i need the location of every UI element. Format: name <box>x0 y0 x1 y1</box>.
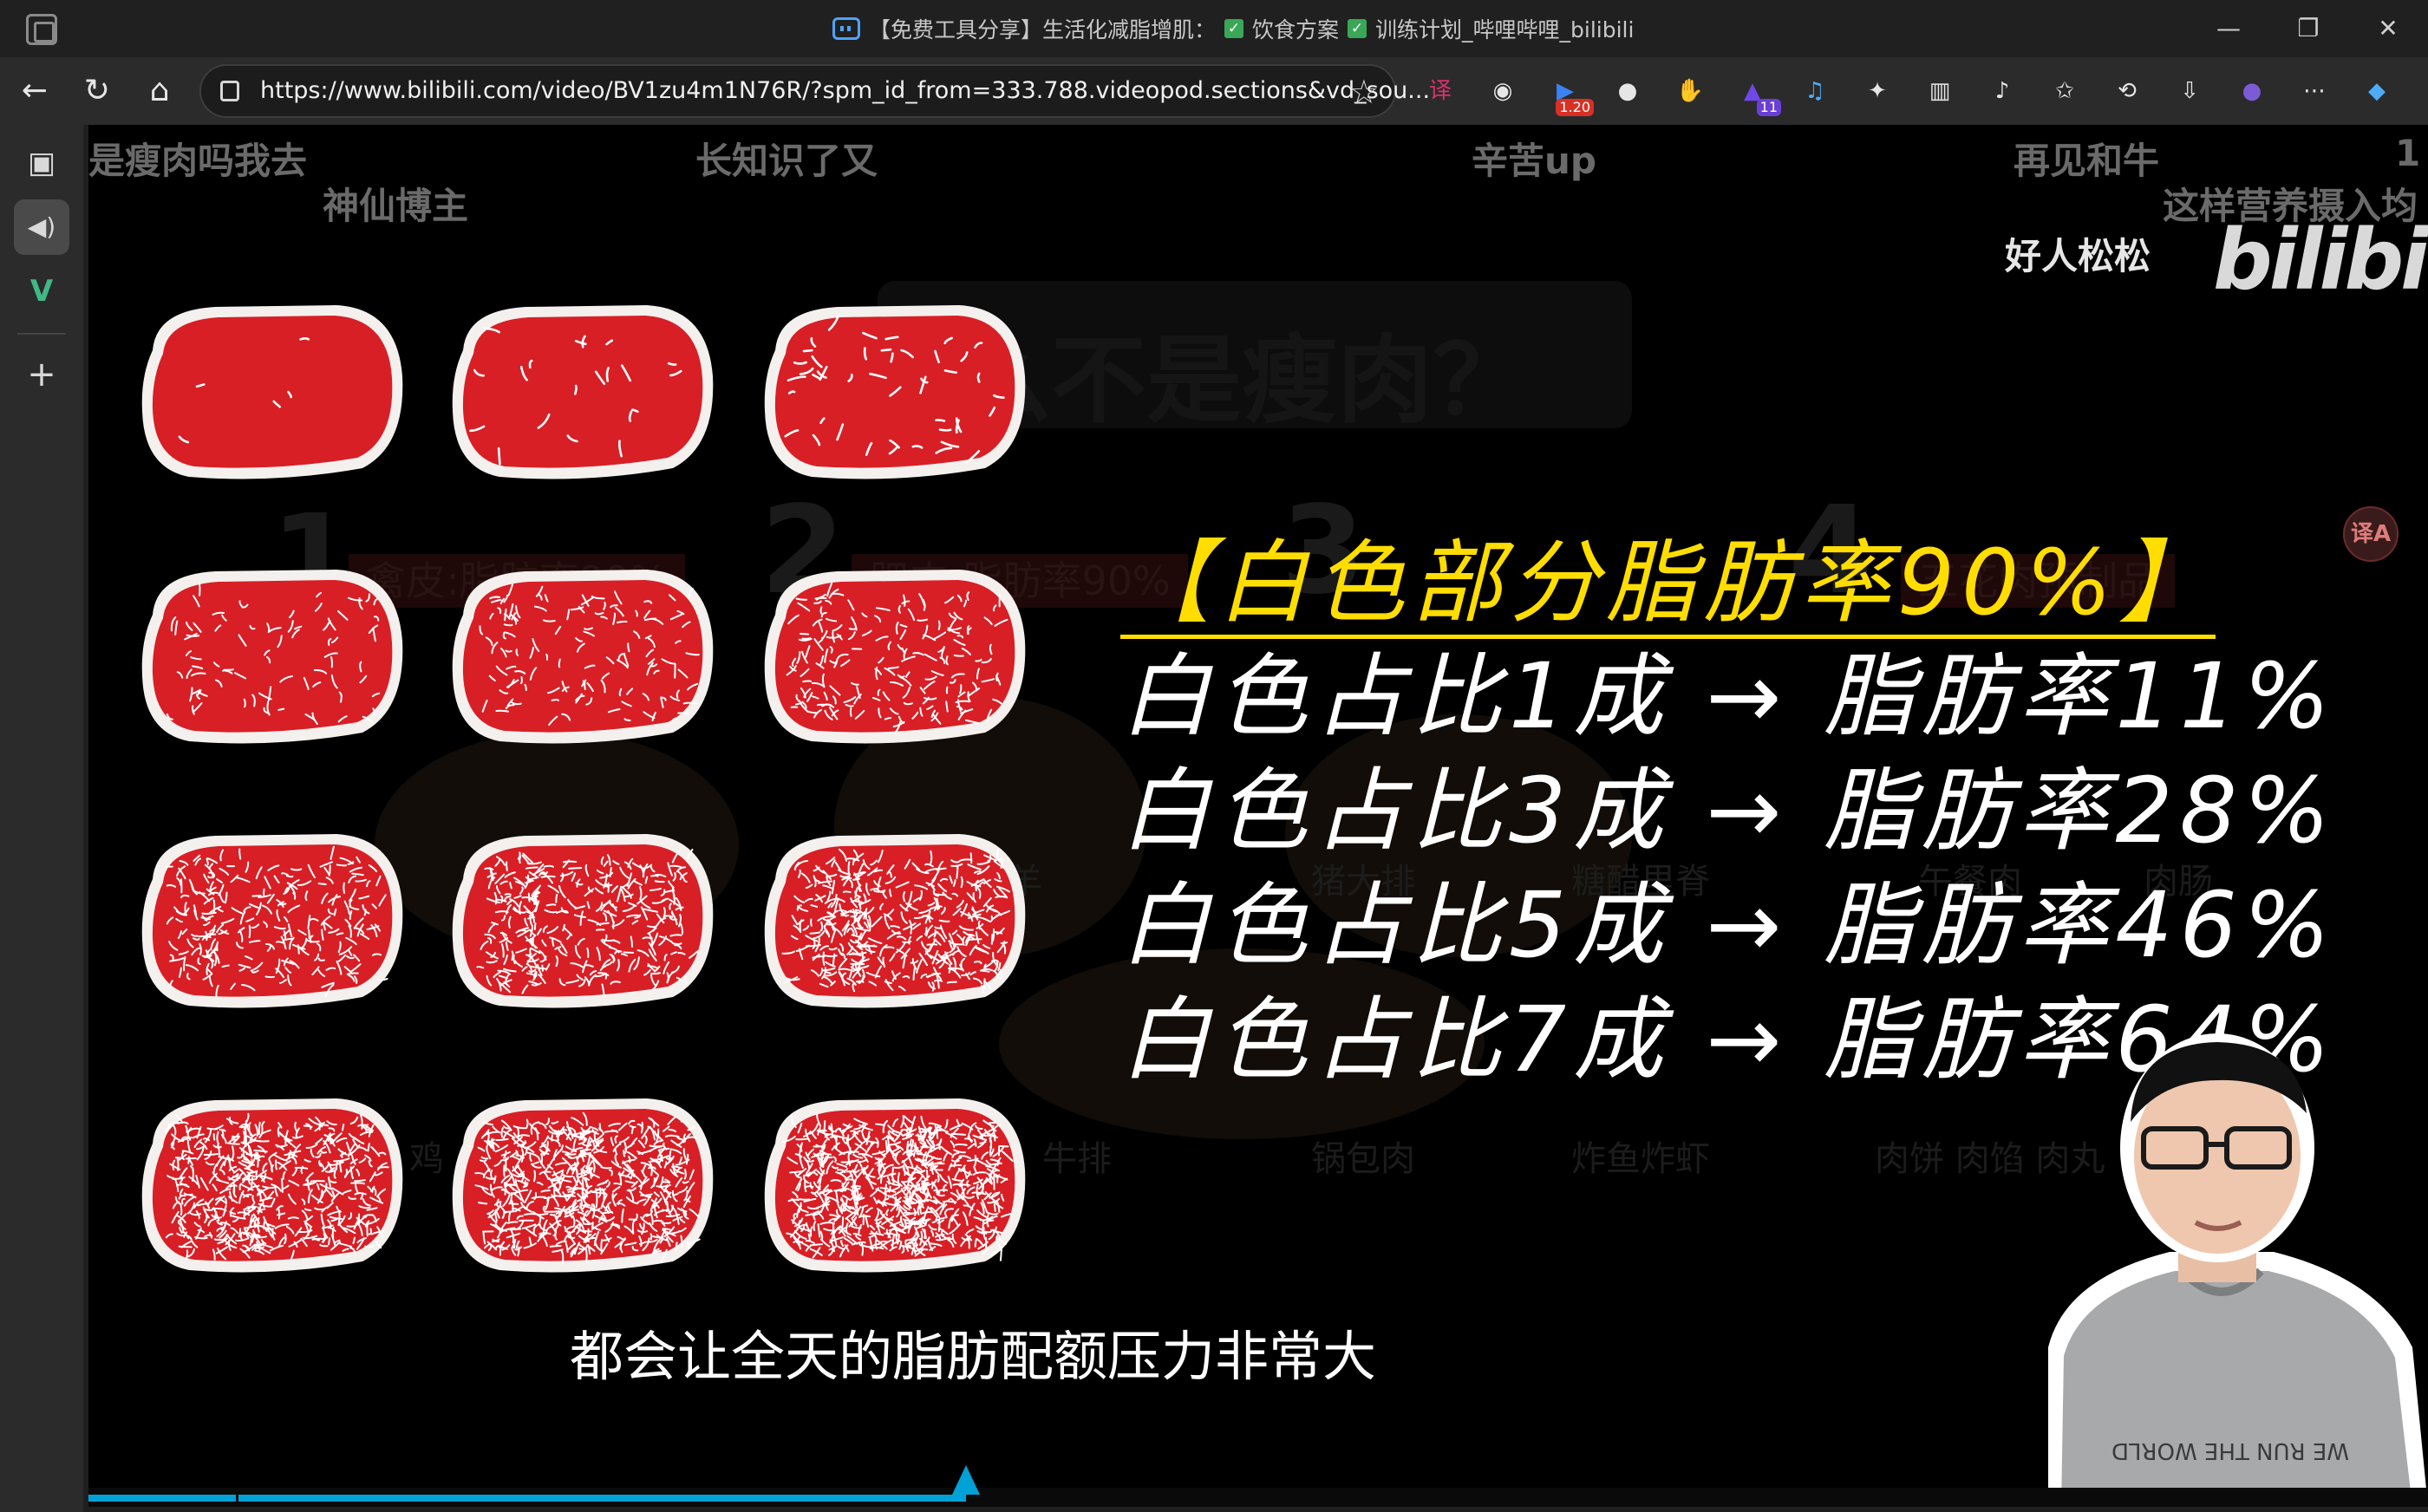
history-icon[interactable]: ⟲ <box>2109 73 2145 109</box>
translate-button[interactable]: 译A <box>2343 506 2399 562</box>
chapter-separator <box>982 1491 984 1505</box>
meat-slice-image <box>452 305 714 479</box>
check-icon: ✓ <box>1348 19 1367 38</box>
restore-button[interactable]: ❐ <box>2282 9 2334 49</box>
title-tag2: 训练计划_哔哩哔哩_bilibili <box>1375 17 1635 42</box>
tab-actions-icon[interactable]: ▣ <box>14 135 69 191</box>
meat-lean <box>152 580 393 733</box>
title-tag1: 饮食方案 <box>1252 17 1340 42</box>
vertical-sidebar: ▣ ◀) V + <box>0 125 83 1512</box>
meat-slice-image <box>141 305 403 479</box>
progress-played <box>88 1495 966 1502</box>
meat-lean <box>774 580 1015 733</box>
meat-slice-image <box>452 834 714 1008</box>
bilibili-watermark-logo: bilibili <box>2213 212 2428 309</box>
meat-slice-image <box>764 570 1026 744</box>
url-text[interactable]: https://www.bilibili.com/video/BV1zu4m1N… <box>260 66 1430 116</box>
bilibili-tv-icon <box>832 17 860 40</box>
info-row: 白色占比5成 → 脂肪率46% <box>1120 872 2337 978</box>
download-icon[interactable]: ⇩ <box>2171 73 2208 109</box>
window-title: 【免费工具分享】生活化减脂增肌： ✓ 饮食方案 ✓ 训练计划_哔哩哔哩_bili… <box>832 12 1634 45</box>
meat-lean <box>462 580 703 733</box>
vue-devtools-icon[interactable]: V <box>14 264 69 319</box>
info-row: 白色占比3成 → 脂肪率28% <box>1120 758 2337 864</box>
danmaku-comment: 好人松松 <box>2005 235 2151 277</box>
danmaku-comment: 辛苦up <box>1472 140 1596 182</box>
meat-lean <box>152 316 393 468</box>
read-aloud-icon[interactable]: ♪ <box>1984 73 2020 109</box>
workspaces-icon[interactable] <box>26 14 57 45</box>
stop-hand-icon[interactable]: ✋ <box>1672 73 1708 109</box>
meat-slice-image <box>141 1098 403 1273</box>
meat-slice-image <box>141 834 403 1008</box>
speed-icon[interactable]: ▶ 1.20 <box>1547 73 1594 116</box>
shirt-print: WE RUN THE WORLD <box>2111 1437 2349 1463</box>
danmaku-comment: 长知识了又 <box>695 140 878 182</box>
video-player[interactable]: 么不是瘦肉？ 1 2 3 4 禽皮:脂肪率90% 肥肉:脂肪率90% 五花肉预制… <box>88 125 2428 1507</box>
close-button[interactable]: ✕ <box>2362 9 2414 49</box>
meat-slice-image <box>764 834 1026 1008</box>
home-button[interactable]: ⌂ <box>137 69 182 114</box>
info-heading: 【白色部分脂肪率90%】 <box>1120 531 2216 639</box>
video-subtitle: 都会让全天的脂肪配额压力非常大 <box>569 1325 1376 1388</box>
meat-slice-image <box>764 1098 1026 1273</box>
extension-badge: 1.20 <box>1556 99 1594 116</box>
title-prefix: 【免费工具分享】生活化减脂增肌： <box>869 17 1217 42</box>
background-dish-label: 炸鱼炸虾 <box>1571 1139 1710 1179</box>
copilot-icon[interactable]: ◆ <box>2359 73 2395 109</box>
back-button[interactable]: ← <box>12 69 57 114</box>
favorite-star-icon[interactable]: ☆ <box>1349 71 1379 113</box>
glasses-icon[interactable]: ◉ <box>1485 73 1521 109</box>
split-screen-icon[interactable]: ▥ <box>1922 73 1958 109</box>
more-icon[interactable]: ⋯ <box>2296 73 2333 109</box>
meat-slice-image <box>764 305 1026 479</box>
chapter-separator <box>1407 1491 1409 1505</box>
info-row: 白色占比1成 → 脂肪率11% <box>1120 643 2337 749</box>
extension-badge: 11 <box>1756 99 1781 116</box>
spy-icon[interactable]: ● <box>1609 73 1646 109</box>
presenter-video-overlay: WE RUN THE WORLD <box>2048 1033 2428 1507</box>
background-dish-label: 锅包肉 <box>1311 1139 1415 1179</box>
favorites-icon[interactable]: ✩ <box>2046 73 2083 109</box>
danmaku-comment: 再见和牛 <box>2014 140 2160 182</box>
meat-slice-image <box>452 570 714 744</box>
chapter-separator <box>236 1491 238 1505</box>
check-icon: ✓ <box>1224 19 1244 38</box>
puzzle-icon[interactable]: ✦ <box>1859 73 1896 109</box>
profile-avatar-icon[interactable]: ● <box>2234 73 2270 109</box>
add-icon[interactable]: + <box>14 347 69 402</box>
fat-ratio-info: 【白色部分脂肪率90%】 白色占比1成 → 脂肪率11% 白色占比3成 → 脂肪… <box>1120 531 2337 1097</box>
minimize-button[interactable]: — <box>2203 9 2255 49</box>
video-progress-bar[interactable] <box>88 1465 2428 1507</box>
navigation-bar: ← ↻ ⌂ https://www.bilibili.com/video/BV1… <box>0 57 2428 125</box>
meat-marbling-grid <box>137 298 1108 1425</box>
translate-icon[interactable]: 译 <box>1422 73 1459 109</box>
progress-handle[interactable] <box>951 1465 980 1495</box>
meat-slice-image <box>141 570 403 744</box>
sidebar-divider <box>17 333 66 335</box>
danmaku-comment: 是瘦肉吗我去 <box>88 140 308 182</box>
hat-icon[interactable]: ▲ 11 <box>1734 73 1781 116</box>
address-bar[interactable]: https://www.bilibili.com/video/BV1zu4m1N… <box>199 64 1430 118</box>
music-icon[interactable]: ♫ <box>1797 73 1833 109</box>
title-bar: 【免费工具分享】生活化减脂增肌： ✓ 饮食方案 ✓ 训练计划_哔哩哔哩_bili… <box>0 0 2428 57</box>
reload-button[interactable]: ↻ <box>75 69 120 114</box>
danmaku-comment: 1 <box>2395 132 2421 174</box>
lock-icon[interactable] <box>220 81 239 101</box>
meat-slice-image <box>452 1098 714 1273</box>
danmaku-comment: 神仙博主 <box>323 185 469 227</box>
speaker-icon[interactable]: ◀) <box>14 199 69 255</box>
